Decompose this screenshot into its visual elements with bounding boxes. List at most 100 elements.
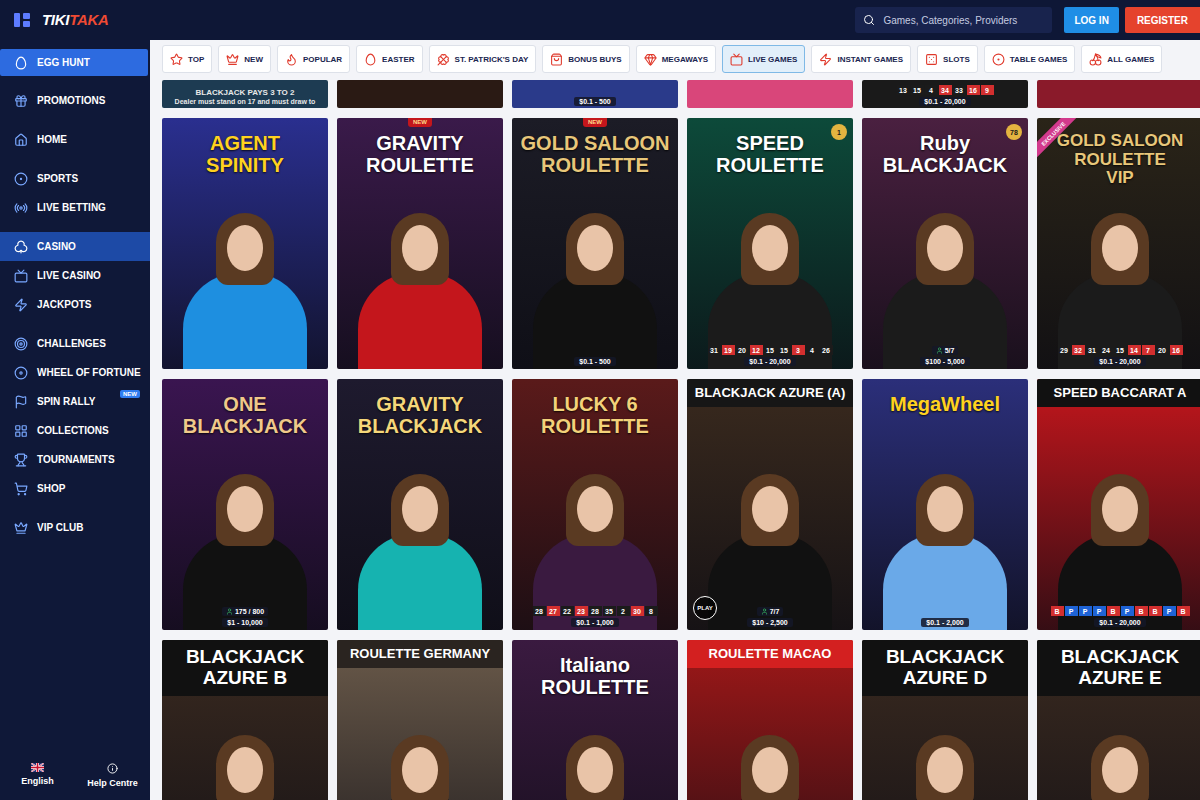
result-chip: 29: [1058, 345, 1071, 355]
game-info: $0.1 - 2,000: [862, 618, 1028, 627]
sidebar-item[interactable]: PROMOTIONS: [0, 86, 150, 115]
game-tile[interactable]: 131543433169$0.1 - 20,000: [862, 80, 1028, 108]
game-tile[interactable]: BLACKJACKAZURE E: [1037, 640, 1200, 800]
game-tile[interactable]: SPEEDROULETTE3119201215153426$0.1 - 20,0…: [687, 118, 853, 369]
game-tile[interactable]: GRAVITYBLACKJACK: [337, 379, 503, 630]
category-pill[interactable]: NEW: [218, 45, 271, 73]
game-tile[interactable]: [687, 80, 853, 108]
game-info: $0.1 - 500: [512, 357, 678, 366]
sidebar-item[interactable]: VIP CLUB: [0, 513, 150, 542]
dealer-photo: [512, 437, 678, 630]
dealer-photo: [337, 437, 503, 630]
game-tile[interactable]: [1037, 80, 1200, 108]
game-tile[interactable]: BLACKJACK AZURE (A)7/7$10 - 2,500PLAY: [687, 379, 853, 630]
game-tile[interactable]: SPEED BACCARAT ABPPPBPBBPB$0.1 - 20,000: [1037, 379, 1200, 630]
dealer-photo: [1037, 696, 1200, 800]
dealer-photo: [512, 698, 678, 800]
game-tile[interactable]: GOLD SALOONROULETTE$0.1 - 500NEW: [512, 118, 678, 369]
game-tile[interactable]: RubyBLACKJACK5/7$100 - 5,00078: [862, 118, 1028, 369]
category-pill[interactable]: ALL GAMES: [1081, 45, 1162, 73]
logo[interactable]: TIKITAKA: [14, 11, 164, 29]
play-button[interactable]: PLAY: [693, 596, 717, 620]
person-icon: [761, 608, 768, 615]
game-tile[interactable]: BLACKJACKAZURE B: [162, 640, 328, 800]
help-button[interactable]: Help Centre: [75, 759, 150, 792]
menu-icon: [14, 337, 28, 351]
game-tile[interactable]: $0.1 - 500: [512, 80, 678, 108]
sidebar-item[interactable]: HOME: [0, 125, 150, 154]
game-tile[interactable]: AGENTSPINITY: [162, 118, 328, 369]
category-icon: [644, 53, 657, 66]
language-button[interactable]: English: [0, 759, 75, 792]
result-chip: 34: [939, 85, 952, 95]
category-pill[interactable]: TOP: [162, 45, 212, 73]
info-icon: [107, 763, 118, 774]
new-badge: NEW: [408, 118, 432, 127]
dealer-photo: [687, 407, 853, 630]
sidebar-item[interactable]: LIVE CASINO: [0, 261, 150, 290]
sidebar-item[interactable]: WHEEL OF FORTUNE: [0, 358, 150, 387]
result-chip: 8: [645, 606, 658, 616]
game-title: BLACKJACKAZURE E: [1037, 640, 1200, 696]
search-input[interactable]: [881, 14, 1044, 27]
dealer-photo: [862, 696, 1028, 800]
game-tile[interactable]: ONEBLACKJACK175 / 800$1 - 10,000: [162, 379, 328, 630]
sidebar-item[interactable]: TOURNAMENTS: [0, 445, 150, 474]
category-pill[interactable]: BONUS BUYS: [542, 45, 629, 73]
result-chip: 13: [897, 85, 910, 95]
game-title: ROULETTE GERMANY: [337, 640, 503, 668]
sidebar-item[interactable]: CHALLENGES: [0, 329, 150, 358]
count-badge: 78: [1006, 124, 1022, 140]
sidebar-item[interactable]: CASINO: [0, 232, 150, 261]
game-tile[interactable]: GRAVITYROULETTENEW: [337, 118, 503, 369]
menu-icon: [14, 298, 28, 312]
result-chip: 31: [1086, 345, 1099, 355]
game-title: AGENTSPINITY: [162, 118, 328, 176]
game-title: BLACKJACKAZURE B: [162, 640, 328, 696]
game-tile[interactable]: LUCKY 6ROULETTE2827222328352308$0.1 - 1,…: [512, 379, 678, 630]
sidebar-item[interactable]: SHOP: [0, 474, 150, 503]
category-pill[interactable]: SLOTS: [917, 45, 978, 73]
sidebar-item[interactable]: COLLECTIONS: [0, 416, 150, 445]
game-tile[interactable]: [337, 80, 503, 108]
game-title: SPEED BACCARAT A: [1037, 379, 1200, 407]
category-pill[interactable]: INSTANT GAMES: [811, 45, 911, 73]
sidebar-item[interactable]: EGG HUNT: [0, 49, 148, 76]
category-pill[interactable]: MEGAWAYS: [636, 45, 716, 73]
game-tile[interactable]: ROULETTE GERMANY: [337, 640, 503, 800]
game-info: 131543433169$0.1 - 20,000: [897, 85, 994, 106]
result-chip: 15: [1114, 345, 1127, 355]
sidebar-item[interactable]: SPORTS: [0, 164, 150, 193]
result-chip: 12: [750, 345, 763, 355]
category-pill[interactable]: ST. PATRICK'S DAY: [429, 45, 537, 73]
game-tile[interactable]: GOLD SALOONROULETTEVIP29323124151472016$…: [1037, 118, 1200, 369]
table-rule-text: BLACKJACK PAYS 3 TO 2: [196, 88, 295, 98]
menu-icon: [14, 453, 28, 467]
category-pill[interactable]: LIVE GAMES: [722, 45, 805, 73]
sidebar-item[interactable]: LIVE BETTING: [0, 193, 150, 222]
game-tile[interactable]: BLACKJACK PAYS 3 TO 2Dealer must stand o…: [162, 80, 328, 108]
result-chip: B: [1177, 606, 1190, 616]
game-info: 5/7$100 - 5,000: [862, 346, 1028, 366]
game-tile[interactable]: BLACKJACKAZURE D: [862, 640, 1028, 800]
sidebar-item[interactable]: JACKPOTS: [0, 290, 150, 319]
result-chip: B: [1051, 606, 1064, 616]
game-title: LUCKY 6ROULETTE: [512, 379, 678, 437]
category-pill[interactable]: EASTER: [356, 45, 422, 73]
result-chip: 4: [806, 345, 819, 355]
login-button[interactable]: LOG IN: [1064, 7, 1118, 33]
register-button[interactable]: REGISTER: [1125, 7, 1200, 33]
bet-limits: $0.1 - 500: [574, 357, 616, 366]
category-pill[interactable]: TABLE GAMES: [984, 45, 1076, 73]
game-tile[interactable]: ROULETTE MACAO: [687, 640, 853, 800]
game-tile[interactable]: ItalianoROULETTE: [512, 640, 678, 800]
category-icon: [992, 53, 1005, 66]
category-pill[interactable]: POPULAR: [277, 45, 350, 73]
result-chip: P: [1163, 606, 1176, 616]
sidebar-item[interactable]: SPIN RALLYNEW: [0, 387, 150, 416]
search-box[interactable]: [855, 7, 1052, 33]
category-icon: [437, 53, 450, 66]
search-icon: [863, 14, 875, 26]
game-tile[interactable]: MegaWheel$0.1 - 2,000: [862, 379, 1028, 630]
game-info: BPPPBPBBPB$0.1 - 20,000: [1037, 606, 1200, 627]
